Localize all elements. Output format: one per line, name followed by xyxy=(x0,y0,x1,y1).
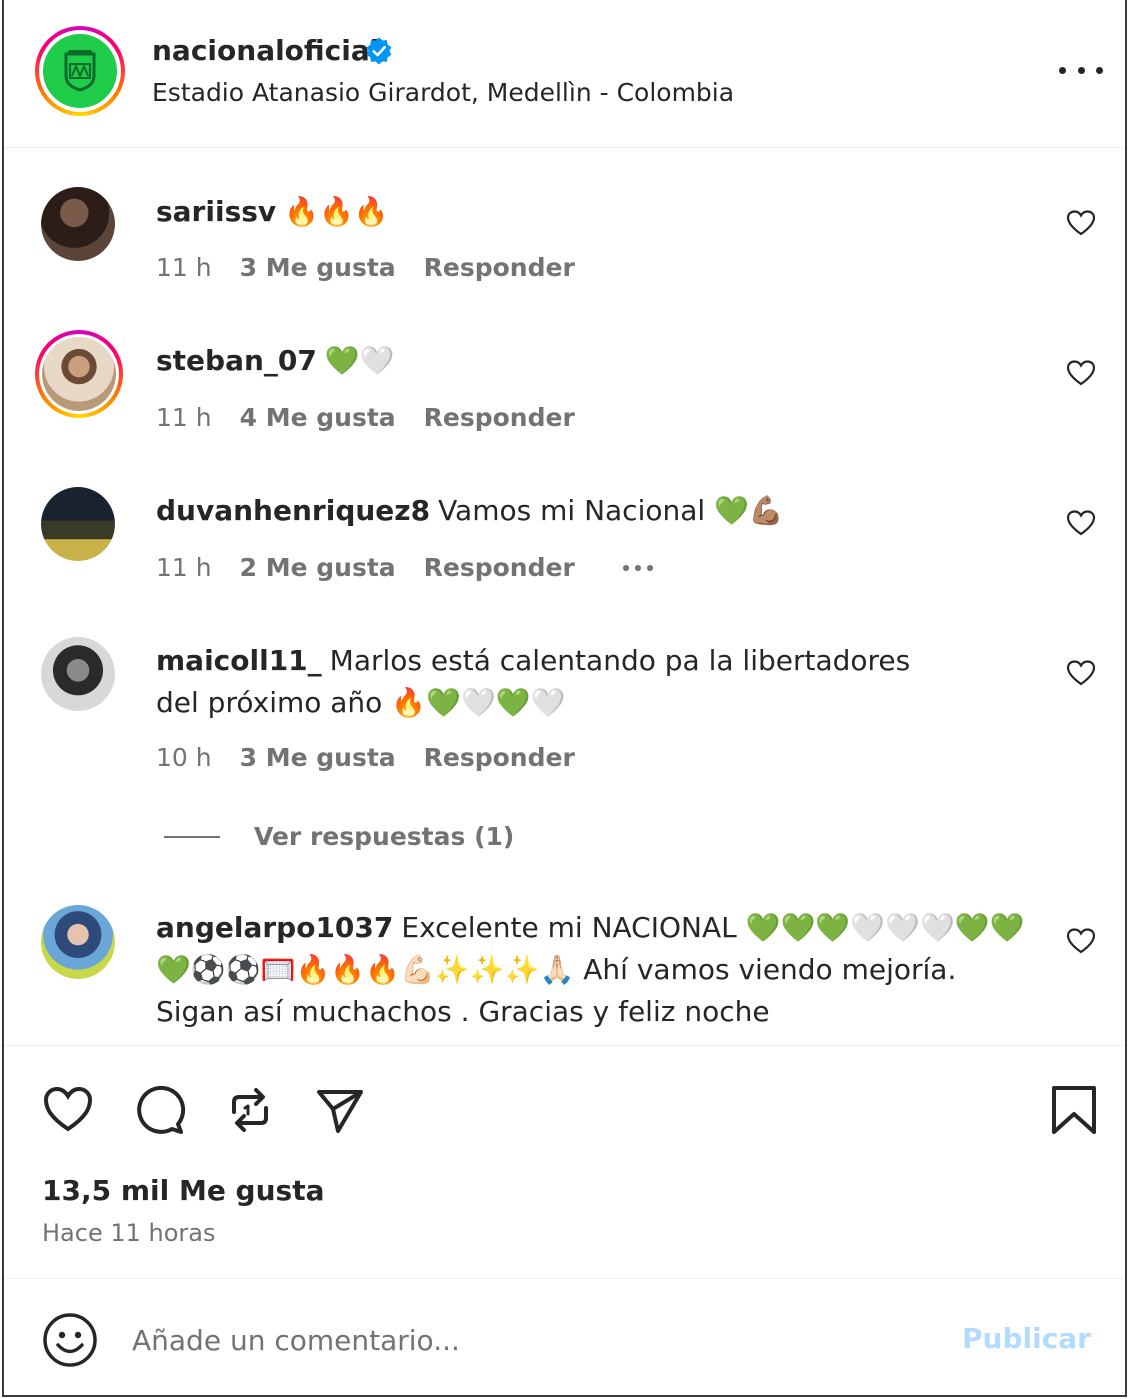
bookmark-icon[interactable] xyxy=(1048,1084,1100,1136)
heart-icon[interactable] xyxy=(1067,510,1095,536)
comment-username[interactable]: duvanhenriquez8 xyxy=(156,494,430,527)
comment-username[interactable]: sariissv xyxy=(156,195,276,228)
comment-time[interactable]: 10 h xyxy=(156,743,212,772)
comment-text: Vamos mi Nacional 💚💪🏽 xyxy=(438,494,784,527)
comment-likes[interactable]: 3 Me gusta xyxy=(240,743,396,772)
comment-composer: Publicar xyxy=(4,1280,1125,1397)
send-icon[interactable] xyxy=(314,1084,366,1136)
club-crest-logo xyxy=(64,50,96,92)
heart-icon[interactable] xyxy=(1067,660,1095,686)
publish-button[interactable]: Publicar xyxy=(962,1322,1091,1355)
view-replies-button[interactable]: Ver respuestas (1) xyxy=(164,822,514,851)
more-options-button[interactable] xyxy=(1059,55,1103,85)
post-author-username[interactable]: nacionaloficial xyxy=(152,34,379,67)
post-header: nacionaloficial Estadio Atanasio Girardo… xyxy=(4,0,1125,148)
comment-text: 💚🤍 xyxy=(324,344,395,377)
profile-avatar[interactable] xyxy=(35,26,125,116)
more-horizontal-icon xyxy=(1059,66,1066,74)
comment-username[interactable]: steban_07 xyxy=(156,344,317,377)
post-location[interactable]: Estadio Atanasio Girardot, Medellìn - Co… xyxy=(152,78,734,107)
reply-button[interactable]: Responder xyxy=(424,743,575,772)
post-timestamp[interactable]: Hace 11 horas xyxy=(42,1219,215,1247)
comment-username[interactable]: angelarpo1037 xyxy=(156,911,393,944)
repost-icon[interactable] xyxy=(224,1084,276,1136)
comment-input[interactable] xyxy=(132,1318,932,1362)
comment-likes[interactable]: 3 Me gusta xyxy=(240,253,396,282)
avatar[interactable] xyxy=(35,330,123,418)
comment-options-button[interactable] xyxy=(622,564,653,571)
heart-icon[interactable] xyxy=(1067,928,1095,954)
reply-button[interactable]: Responder xyxy=(424,553,575,582)
divider xyxy=(164,835,220,838)
post-modal: nacionaloficial Estadio Atanasio Girardo… xyxy=(2,0,1127,1397)
post-likes-count[interactable]: 13,5 mil Me gusta xyxy=(42,1174,324,1207)
emoji-icon[interactable] xyxy=(42,1312,98,1368)
comment-time[interactable]: 11 h xyxy=(156,253,212,282)
verified-badge-icon xyxy=(366,37,392,65)
comment-icon[interactable] xyxy=(134,1084,186,1136)
comment-likes[interactable]: 2 Me gusta xyxy=(240,553,396,582)
reply-button[interactable]: Responder xyxy=(424,253,575,282)
avatar[interactable] xyxy=(41,487,115,561)
comment-likes[interactable]: 4 Me gusta xyxy=(240,403,396,432)
comment-time[interactable]: 11 h xyxy=(156,403,212,432)
comment-time[interactable]: 11 h xyxy=(156,553,212,582)
reply-button[interactable]: Responder xyxy=(424,403,575,432)
heart-icon[interactable] xyxy=(1067,210,1095,236)
comment-username[interactable]: maicoll11_ xyxy=(156,644,322,677)
comment-text: 🔥🔥🔥 xyxy=(284,195,389,228)
avatar[interactable] xyxy=(41,187,115,261)
avatar[interactable] xyxy=(41,637,115,711)
heart-icon[interactable] xyxy=(42,1084,94,1136)
avatar[interactable] xyxy=(41,905,115,979)
heart-icon[interactable] xyxy=(1067,360,1095,386)
comments-list[interactable]: sariissv 🔥🔥🔥 11 h 3 Me gusta Responder st… xyxy=(4,149,1125,1045)
post-actions: 13,5 mil Me gusta Hace 11 horas xyxy=(4,1045,1125,1279)
